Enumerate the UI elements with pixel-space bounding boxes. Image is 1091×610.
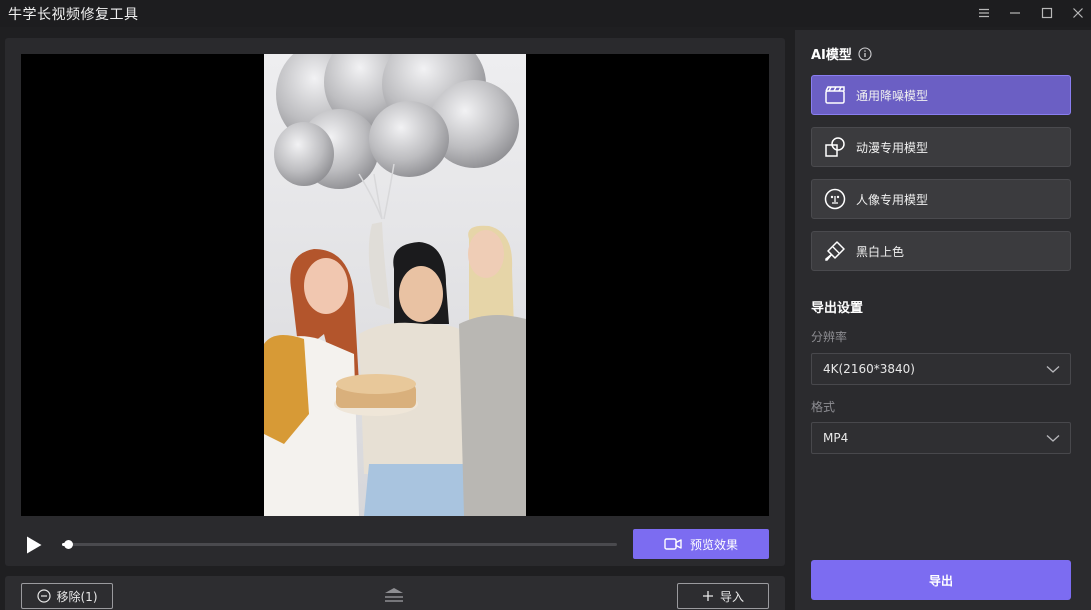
collapse-panel-handle[interactable]: [383, 586, 405, 604]
minimize-icon: [1010, 12, 1020, 14]
clapperboard-icon: [824, 84, 846, 106]
info-icon[interactable]: [858, 46, 872, 61]
app-title: 牛学长视频修复工具: [8, 7, 139, 23]
model-label: 黑白上色: [856, 244, 905, 259]
title-bar: 牛学长视频修复工具: [0, 0, 1091, 27]
model-label: 通用降噪模型: [856, 88, 929, 103]
file-bar: 移除(1) 导入: [5, 576, 785, 610]
minimize-button[interactable]: [1004, 3, 1026, 23]
chevron-down-icon: [1046, 366, 1060, 373]
menu-button[interactable]: [973, 3, 995, 23]
model-option-colorize[interactable]: 黑白上色: [811, 231, 1071, 271]
ai-model-heading: AI模型: [811, 44, 872, 63]
chevron-down-icon: [1046, 435, 1060, 442]
model-label: 动漫专用模型: [856, 140, 929, 155]
export-settings-title: 导出设置: [811, 301, 864, 316]
video-viewport[interactable]: [21, 54, 769, 516]
model-option-general-denoise[interactable]: 通用降噪模型: [811, 75, 1071, 115]
progress-slider[interactable]: [62, 540, 617, 549]
model-option-portrait[interactable]: 人像专用模型: [811, 179, 1071, 219]
video-frame: [264, 54, 526, 516]
import-button[interactable]: 导入: [677, 583, 769, 609]
close-icon: [1073, 8, 1083, 18]
preview-effect-label: 预览效果: [689, 537, 738, 552]
resolution-label: 分辨率: [811, 330, 848, 344]
resolution-value: 4K(2160*3840): [823, 362, 915, 376]
model-option-anime[interactable]: 动漫专用模型: [811, 127, 1071, 167]
export-label: 导出: [928, 573, 953, 588]
video-frame-image: [264, 54, 526, 516]
video-panel: 预览效果: [5, 38, 785, 566]
progress-handle[interactable]: [63, 540, 73, 549]
preview-effect-button[interactable]: 预览效果: [633, 529, 769, 559]
export-button[interactable]: 导出: [811, 560, 1071, 600]
format-value: MP4: [823, 431, 849, 445]
settings-sidebar: AI模型 通用降噪模型 动漫专用模型 人像专用模型 黑白上色 导出设置 分辨率 …: [795, 30, 1091, 610]
maximize-button[interactable]: [1036, 3, 1058, 23]
plus-icon: [702, 591, 713, 601]
maximize-icon: [1041, 7, 1053, 19]
video-camera-icon: [664, 538, 682, 550]
format-label: 格式: [811, 400, 836, 414]
stack-chevron-icon: [385, 588, 403, 602]
ai-model-title: AI模型: [811, 48, 852, 63]
play-button[interactable]: [23, 534, 45, 556]
format-select[interactable]: MP4: [811, 422, 1071, 454]
minus-circle-icon: [36, 589, 51, 603]
import-label: 导入: [719, 589, 744, 604]
hamburger-icon: [979, 8, 989, 18]
remove-label: 移除(1): [56, 589, 98, 604]
resolution-select[interactable]: 4K(2160*3840): [811, 353, 1071, 385]
shapes-icon: [824, 136, 846, 158]
face-icon: [824, 188, 846, 210]
play-icon: [27, 536, 42, 554]
paint-brush-icon: [824, 240, 846, 262]
remove-button[interactable]: 移除(1): [21, 583, 113, 609]
model-label: 人像专用模型: [856, 192, 929, 207]
close-button[interactable]: [1067, 3, 1089, 23]
